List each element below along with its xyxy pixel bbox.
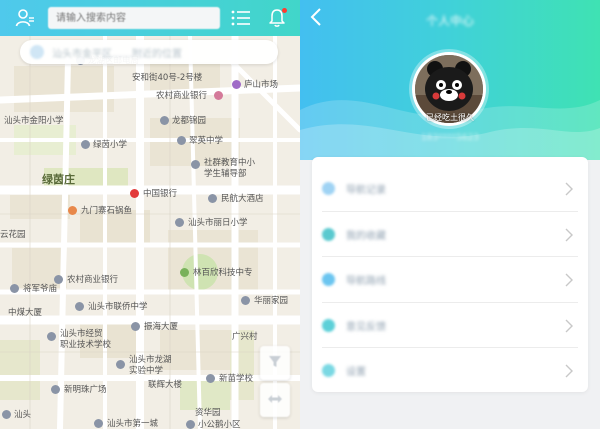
list-icon[interactable]	[230, 7, 252, 29]
poi-icon[interactable]	[75, 302, 84, 311]
notification-badge	[282, 8, 287, 13]
district-label: 绿茵庄	[42, 173, 75, 186]
poi-icon[interactable]	[160, 116, 169, 125]
map-label[interactable]: 汕头市经贸	[60, 330, 103, 339]
poi-icon[interactable]	[241, 296, 250, 305]
route-icon	[266, 391, 284, 410]
location-icon	[30, 45, 44, 59]
poi-icon[interactable]	[186, 420, 195, 429]
route-icon	[322, 273, 335, 286]
poi-icon[interactable]	[206, 374, 215, 383]
profile-screen: 个人中心 已经吃土很久 183****5623 导航记录 我的收藏 导航路线 意…	[300, 0, 600, 429]
menu-item-feedback[interactable]: 意见反馈	[312, 303, 588, 348]
poi-icon[interactable]	[191, 160, 200, 169]
map-label[interactable]: 庐山市场	[244, 81, 278, 90]
filter-icon	[267, 353, 283, 373]
poi-icon[interactable]	[2, 410, 11, 419]
map-label[interactable]: 汕头市联侨中学	[88, 303, 148, 312]
poi-icon[interactable]	[116, 360, 125, 369]
map-label[interactable]: 广兴村	[232, 333, 258, 342]
menu-item-favorites[interactable]: 我的收藏	[312, 212, 588, 257]
user-icon[interactable]	[14, 7, 36, 29]
map-label[interactable]: 中国银行	[143, 190, 177, 199]
menu-item-routes[interactable]: 导航路线	[312, 257, 588, 302]
map-label[interactable]: 小公鹅小区	[198, 421, 241, 429]
map-label[interactable]: 资华园	[195, 409, 221, 418]
map-label[interactable]: 农村商业银行	[156, 92, 207, 101]
route-button[interactable]	[260, 383, 290, 417]
avatar-caption: 已经吃土很久	[426, 113, 474, 122]
settings-icon	[322, 364, 335, 377]
search-input[interactable]	[48, 7, 220, 29]
map-label[interactable]: 汕头	[14, 411, 31, 420]
map-label[interactable]: 云花园	[0, 231, 26, 240]
history-icon	[322, 182, 335, 195]
map-label[interactable]: 汕头市金阳小学	[4, 117, 64, 126]
poi-icon[interactable]	[94, 419, 103, 428]
chevron-right-icon	[565, 364, 573, 377]
poi-icon[interactable]	[81, 140, 90, 149]
map-label[interactable]: 汕头市第一城	[107, 420, 158, 429]
map-label[interactable]: 农村商业银行	[67, 276, 118, 285]
map-label[interactable]: 职业技术学校	[60, 341, 111, 350]
poi-icon[interactable]	[131, 322, 140, 331]
menu-item-label: 设置	[346, 367, 366, 378]
back-button[interactable]	[306, 8, 326, 30]
poi-icon[interactable]	[54, 275, 63, 284]
map-label[interactable]: 绿茵小学	[93, 141, 127, 150]
menu-item-label: 导航路线	[346, 276, 386, 287]
map-label[interactable]: 翠英中学	[189, 137, 223, 146]
map-label[interactable]: 汕头市丽日小学	[188, 219, 248, 228]
chevron-right-icon	[565, 273, 573, 286]
chevron-right-icon	[565, 182, 573, 195]
username: 183****5623	[420, 133, 480, 143]
chevron-right-icon	[565, 319, 573, 332]
map-label[interactable]: 联辉大楼	[148, 381, 182, 390]
poi-icon[interactable]	[177, 136, 186, 145]
poi-icon[interactable]	[51, 385, 60, 394]
map-label[interactable]: 龙都锦园	[172, 117, 206, 126]
map-label[interactable]: 安和街40号-2号楼	[132, 74, 202, 83]
map-label[interactable]: 华丽家园	[254, 297, 288, 306]
map-canvas[interactable]: 龙湖区邮电局 安和街40号-2号楼 庐山市场 农村商业银行 汕头市金阳小学 龙都…	[0, 0, 300, 429]
menu-item-history[interactable]: 导航记录	[312, 166, 588, 211]
map-label[interactable]: 林百欣科技中专	[193, 269, 253, 278]
bank-icon[interactable]	[130, 189, 139, 198]
menu-item-label: 导航记录	[346, 185, 386, 196]
menu-item-label: 我的收藏	[346, 231, 386, 242]
bell-icon[interactable]	[266, 7, 288, 29]
map-label[interactable]: 民航大酒店	[221, 195, 264, 204]
poi-icon[interactable]	[214, 91, 223, 100]
school-icon[interactable]	[180, 268, 189, 277]
poi-icon[interactable]	[175, 218, 184, 227]
map-screen: 龙湖区邮电局 安和街40号-2号楼 庐山市场 农村商业银行 汕头市金阳小学 龙都…	[0, 0, 300, 429]
current-location-bar[interactable]: 汕头市金平区……附近的位置	[20, 40, 278, 64]
map-label[interactable]: 九门寨石锅鱼	[81, 207, 132, 216]
chevron-right-icon	[565, 228, 573, 241]
map-label[interactable]: 社群教育中小	[204, 159, 255, 168]
poi-icon[interactable]	[10, 284, 19, 293]
map-label[interactable]: 新明珠广场	[64, 386, 107, 395]
map-label[interactable]: 汕头市龙湖	[129, 356, 172, 365]
page-title: 个人中心	[425, 14, 474, 28]
map-label[interactable]: 振海大厦	[144, 323, 178, 332]
poi-icon[interactable]	[47, 332, 56, 341]
poi-icon[interactable]	[232, 80, 241, 89]
map-label[interactable]: 实验中学	[129, 367, 163, 376]
feedback-icon	[322, 319, 335, 332]
favorites-icon	[322, 228, 335, 241]
menu-item-settings[interactable]: 设置	[312, 348, 588, 393]
chevron-left-icon	[310, 7, 322, 31]
filter-button[interactable]	[260, 346, 290, 380]
restaurant-icon[interactable]	[68, 206, 77, 215]
menu-item-label: 意见反馈	[346, 322, 386, 333]
map-label[interactable]: 学生辅导部	[204, 170, 247, 179]
current-address: 汕头市金平区……附近的位置	[52, 48, 182, 60]
map-label[interactable]: 新苗学校	[219, 375, 253, 384]
hotel-icon[interactable]	[208, 194, 217, 203]
menu-card: 导航记录 我的收藏 导航路线 意见反馈 设置	[312, 157, 588, 392]
map-header	[0, 0, 300, 36]
map-label[interactable]: 将军爷庙	[23, 285, 57, 294]
map-label[interactable]: 中煤大厦	[8, 309, 42, 318]
